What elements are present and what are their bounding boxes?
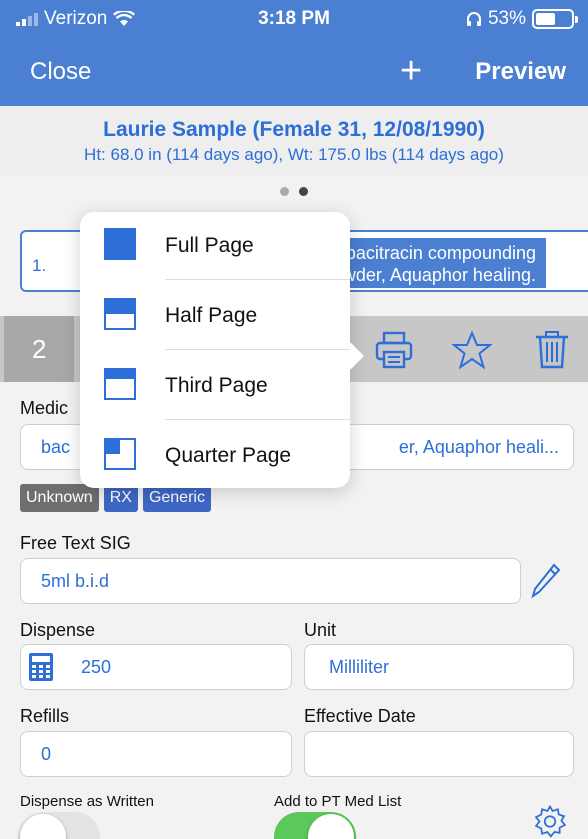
medication-label: Medic — [20, 398, 69, 418]
print-size-popover: Full Page Half Page Third Page Quarter P… — [80, 212, 364, 490]
nav-bar: Close + Preview — [0, 50, 588, 96]
refills-field[interactable]: 0 — [20, 731, 292, 777]
printer-icon[interactable] — [374, 330, 414, 370]
dispense-label: Dispense — [20, 620, 96, 640]
status-bar: Verizon 3:18 PM 53% — [0, 8, 588, 34]
sig-label: Free Text SIG — [20, 533, 131, 553]
option-label: Half Page — [165, 304, 258, 327]
star-icon[interactable] — [452, 330, 492, 370]
popover-arrow — [348, 340, 364, 372]
sig-value: 5ml b.i.d — [41, 570, 110, 591]
pencil-icon[interactable] — [530, 562, 562, 600]
half-page-icon — [104, 298, 136, 330]
trash-icon[interactable] — [532, 330, 572, 370]
close-button[interactable]: Close — [30, 58, 91, 86]
patient-name: Laurie Sample (Female 31, 12/08/1990) — [103, 118, 485, 141]
battery-icon — [532, 9, 578, 29]
gear-icon[interactable] — [530, 804, 570, 839]
option-label: Full Page — [165, 234, 254, 257]
option-label: Third Page — [165, 374, 268, 397]
refills-value: 0 — [41, 743, 52, 764]
quarter-page-option[interactable]: Quarter Page — [80, 422, 350, 490]
unit-field[interactable]: Milliliter — [304, 644, 574, 690]
unit-label: Unit — [304, 620, 337, 640]
dispense-field[interactable]: 250 — [20, 644, 292, 690]
add-to-med-list-label: Add to PT Med List — [274, 793, 402, 810]
medication-value-end: er, Aquaphor heali... — [398, 436, 559, 457]
refills-label: Refills — [20, 706, 70, 726]
half-page-option[interactable]: Half Page — [80, 282, 350, 350]
dispense-value: 250 — [81, 656, 112, 677]
page-dot-active[interactable] — [299, 187, 308, 196]
sig-field[interactable]: 5ml b.i.d — [20, 558, 521, 604]
add-button[interactable]: + — [400, 50, 422, 93]
third-page-icon — [104, 368, 136, 400]
patient-vitals: Ht: 68.0 in (114 days ago), Wt: 175.0 lb… — [84, 145, 504, 164]
battery-percent: 53% — [487, 8, 526, 29]
calculator-icon[interactable] — [27, 652, 55, 682]
preview-button[interactable]: Preview — [475, 58, 566, 86]
status-right: 53% — [466, 8, 578, 30]
full-page-option[interactable]: Full Page — [80, 212, 350, 280]
dispense-as-written-label: Dispense as Written — [20, 793, 154, 810]
patient-header: Laurie Sample (Female 31, 12/08/1990) Ht… — [0, 106, 588, 176]
top-bar: Verizon 3:18 PM 53% Close + Preview — [0, 0, 588, 106]
option-label: Quarter Page — [165, 444, 292, 467]
dispense-as-written-toggle[interactable] — [18, 812, 100, 839]
unit-value: Milliliter — [329, 656, 389, 677]
full-page-icon — [104, 228, 136, 260]
effective-date-field[interactable] — [304, 731, 574, 777]
headphones-icon — [466, 12, 481, 26]
medication-value-start: bac — [41, 436, 71, 457]
page-dot[interactable] — [280, 187, 289, 196]
row-number: 1. — [32, 256, 47, 275]
add-to-med-list-toggle[interactable] — [274, 812, 356, 839]
row-number: 2 — [4, 316, 74, 382]
quarter-page-icon — [104, 438, 136, 470]
effective-date-label: Effective Date — [304, 706, 416, 726]
page-indicator[interactable] — [0, 183, 588, 201]
third-page-option[interactable]: Third Page — [80, 352, 350, 420]
